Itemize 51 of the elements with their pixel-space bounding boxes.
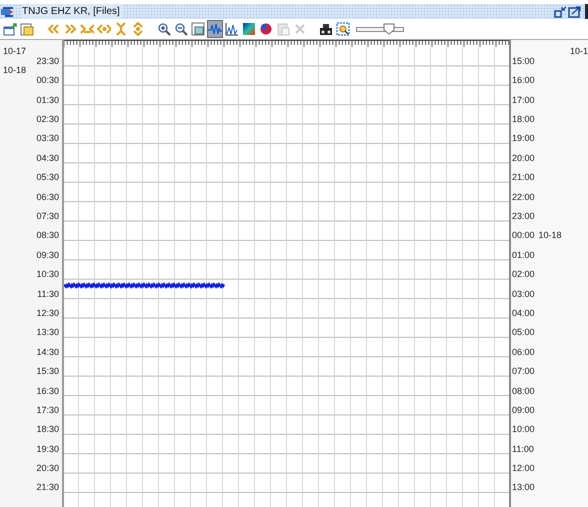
time-label: 03:00 xyxy=(512,290,535,300)
date-label: 10-18 xyxy=(2,66,26,76)
time-label: 10:30 xyxy=(36,270,59,280)
time-label: 16:00 xyxy=(512,76,535,86)
time-label: 20:30 xyxy=(36,464,59,474)
time-label: 15:30 xyxy=(36,367,59,377)
time-label: 19:30 xyxy=(36,444,59,454)
time-label: 12:30 xyxy=(36,308,59,318)
date-label: 10-18 xyxy=(538,231,562,241)
time-label: 04:30 xyxy=(36,154,59,164)
time-label: 10:00 xyxy=(512,425,535,435)
time-label: 11:30 xyxy=(37,290,59,300)
time-label: 12:00 xyxy=(512,464,535,474)
time-label: 20:00 xyxy=(512,154,535,164)
time-label: 21:00 xyxy=(512,173,535,183)
time-label: 02:00 xyxy=(512,270,535,280)
time-label: 04:00 xyxy=(512,308,535,318)
time-label: 01:00 xyxy=(512,250,535,260)
time-label: 13:30 xyxy=(36,328,59,338)
time-label: 03:30 xyxy=(36,134,59,144)
time-label: 06:30 xyxy=(36,192,59,202)
time-label: 15:00 xyxy=(512,56,535,66)
time-label: 01:30 xyxy=(36,96,59,106)
time-label: 05:00 xyxy=(512,328,535,338)
window-title: TNJG EHZ KR, [Files] xyxy=(22,4,122,19)
time-label: 06:00 xyxy=(512,348,535,358)
time-label: 08:30 xyxy=(36,231,59,241)
time-label: 00:30 xyxy=(36,76,59,86)
time-label: 05:30 xyxy=(36,173,59,183)
time-label: 02:30 xyxy=(36,115,59,125)
time-label: 17:30 xyxy=(36,406,59,416)
time-label: 22:00 xyxy=(512,192,535,202)
time-label: 21:30 xyxy=(36,483,59,493)
date-label: 10-17 xyxy=(2,47,26,56)
time-label: 18:30 xyxy=(36,425,59,435)
date-label: 10-1 xyxy=(570,47,588,56)
time-label: 16:30 xyxy=(36,386,59,396)
time-label: 09:30 xyxy=(36,250,59,260)
time-label: 07:30 xyxy=(36,212,59,222)
time-label: 17:00 xyxy=(512,96,535,106)
time-label: 18:00 xyxy=(512,115,535,125)
time-label: 00:00 xyxy=(512,231,535,241)
time-label: 08:00 xyxy=(512,386,535,396)
time-label: 07:00 xyxy=(512,367,535,377)
time-label: 11:00 xyxy=(512,444,534,454)
time-label: 23:30 xyxy=(36,56,59,66)
time-label: 19:00 xyxy=(512,134,535,144)
time-label: 13:00 xyxy=(512,483,535,493)
time-label: 14:30 xyxy=(36,348,59,358)
time-label: 23:00 xyxy=(512,212,535,222)
time-label: 09:00 xyxy=(512,406,535,416)
